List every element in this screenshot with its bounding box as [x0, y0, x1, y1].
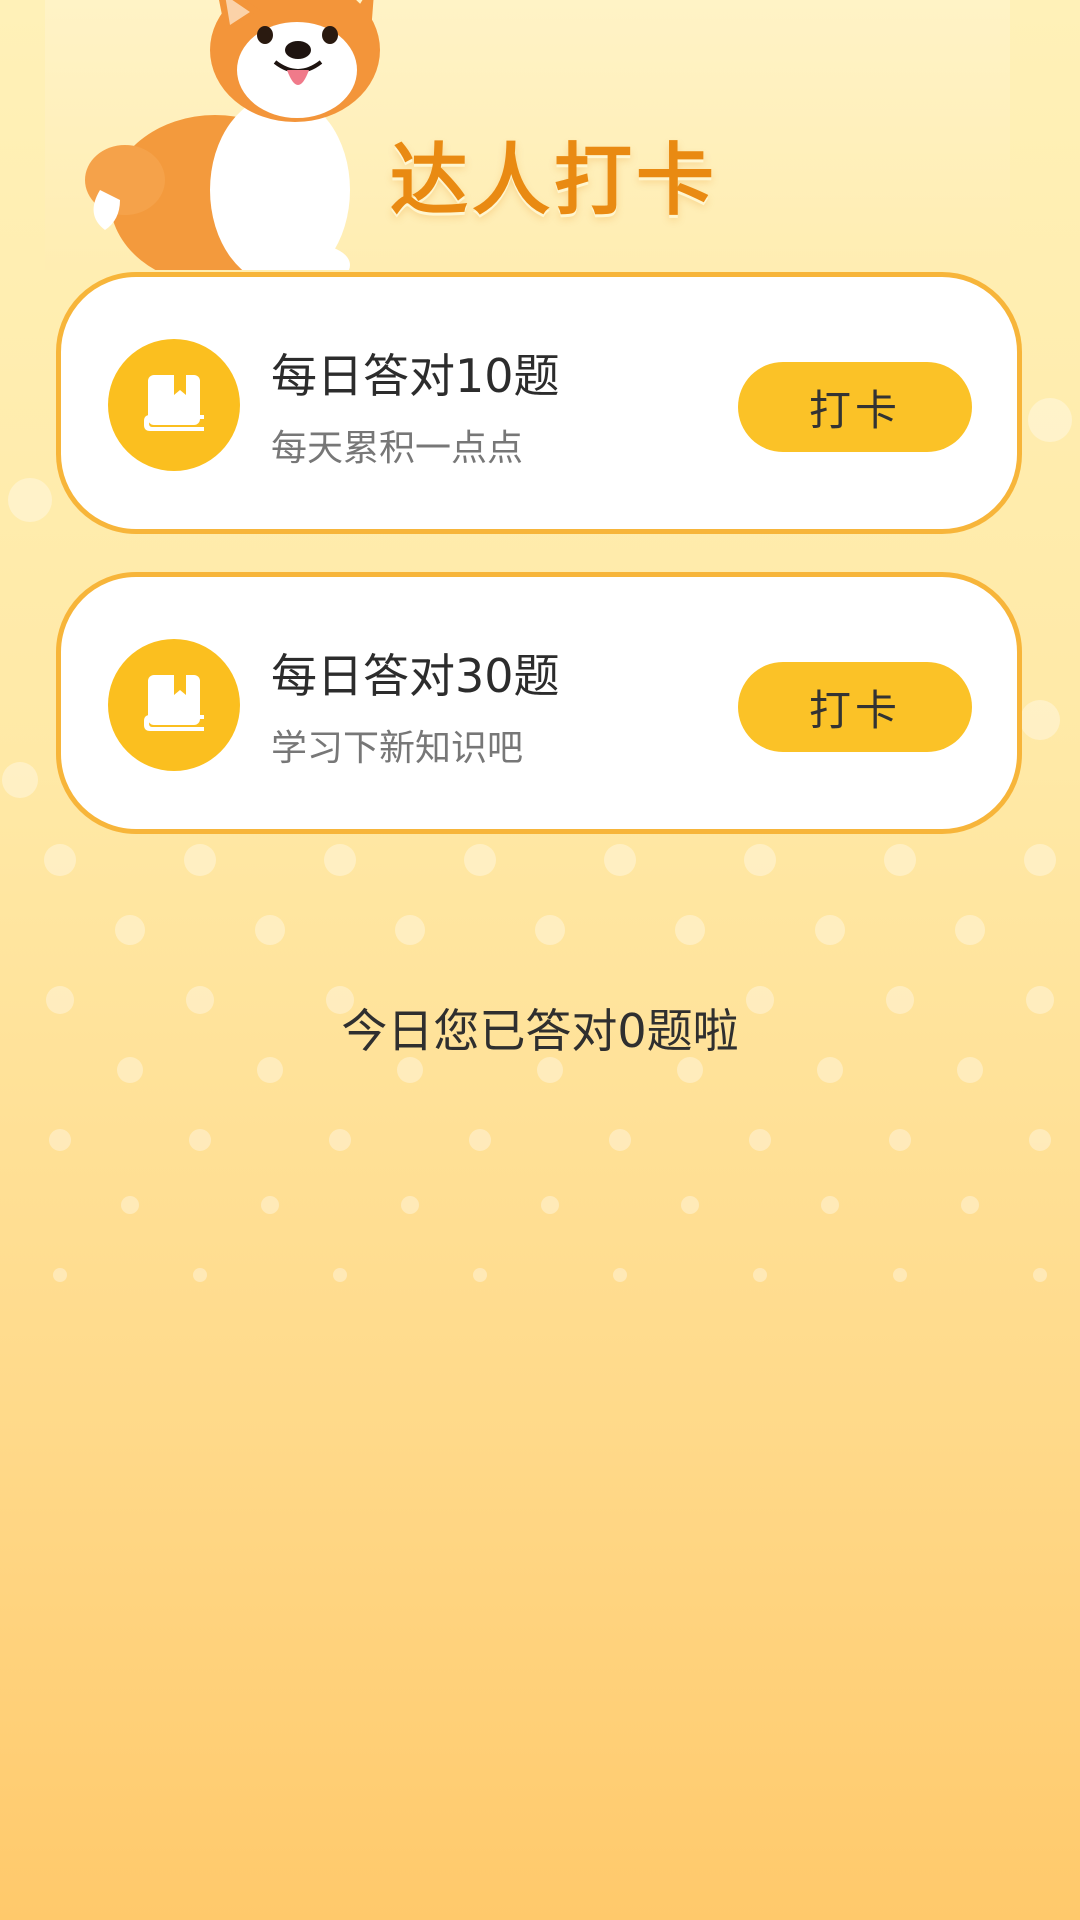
task-subtitle: 每天累积一点点 [271, 428, 524, 469]
checkin-button-30[interactable]: 打卡 [738, 662, 972, 752]
task-title: 每日答对30题 [271, 649, 560, 703]
corgi-mascot-icon [85, 0, 380, 270]
checkin-button-10[interactable]: 打卡 [738, 362, 972, 452]
daily-correct-summary: 今日您已答对0题啦 [341, 1004, 739, 1058]
header-banner: 达人打卡 [45, 0, 1010, 270]
task-card-30: 每日答对30题 学习下新知识吧 打卡 [56, 572, 1022, 834]
book-icon [108, 339, 240, 471]
page-title: 达人打卡 [390, 136, 719, 226]
book-icon [108, 639, 240, 771]
task-title: 每日答对10题 [271, 349, 560, 403]
task-card-10: 每日答对10题 每天累积一点点 打卡 [56, 272, 1022, 534]
task-subtitle: 学习下新知识吧 [271, 728, 524, 769]
